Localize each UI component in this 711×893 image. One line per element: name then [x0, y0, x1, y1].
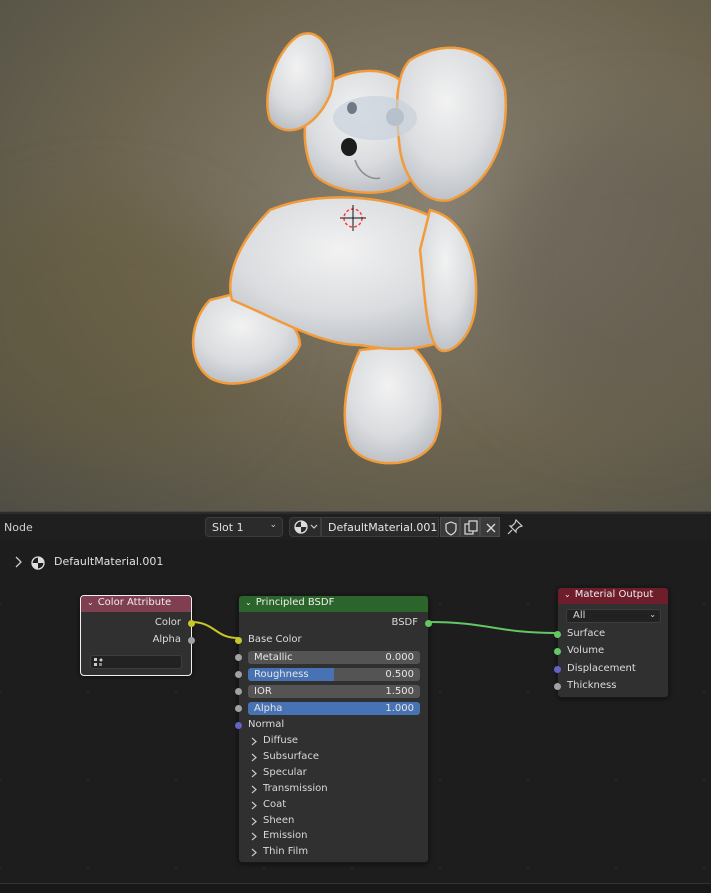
node-editor-header: Node Slot 1 ⌄ DefaultMaterial.001	[0, 514, 711, 540]
base-color-socket[interactable]	[235, 637, 242, 644]
nose	[341, 138, 357, 156]
alpha-socket[interactable]	[235, 705, 242, 712]
displacement-label: Displacement	[567, 663, 636, 674]
slot-dropdown[interactable]: Slot 1 ⌄	[205, 517, 283, 537]
slot-value: Slot 1	[212, 521, 244, 534]
ior-field[interactable]: IOR 1.500	[248, 685, 420, 698]
panel-label: Subsurface	[263, 750, 319, 762]
volume-label: Volume	[567, 645, 605, 656]
chevron-right-icon	[250, 847, 258, 861]
panel-diffuse[interactable]: Diffuse	[249, 735, 419, 749]
thickness-label: Thickness	[567, 680, 617, 691]
node-title: Principled BSDF	[255, 597, 335, 608]
output-color-label: Color	[154, 617, 181, 628]
field-label: Alpha	[254, 703, 283, 714]
ior-socket[interactable]	[235, 688, 242, 695]
alpha-output-socket[interactable]	[188, 637, 195, 644]
material-sphere-icon	[294, 520, 318, 534]
normal-label: Normal	[248, 719, 285, 730]
metallic-socket[interactable]	[235, 654, 242, 661]
chevron-right-icon	[250, 784, 258, 798]
collapse-arrow-icon[interactable]: ⌄	[564, 590, 571, 599]
field-value: 0.000	[385, 652, 414, 663]
panel-label: Coat	[263, 798, 287, 810]
roughness-field[interactable]: Roughness 0.500	[248, 668, 420, 681]
panel-label: Sheen	[263, 814, 295, 826]
chevron-right-icon	[250, 752, 258, 766]
chevron-right-icon	[250, 736, 258, 750]
close-icon	[486, 523, 496, 533]
field-label: IOR	[254, 686, 272, 697]
field-value: 1.500	[385, 686, 414, 697]
output-alpha-label: Alpha	[152, 634, 181, 645]
panel-emission[interactable]: Emission	[249, 830, 419, 844]
pin-button[interactable]	[506, 518, 524, 536]
displacement-socket[interactable]	[554, 666, 561, 673]
color-attribute-node[interactable]: ⌄ Color Attribute Color Alpha	[80, 595, 195, 676]
node-title: Color Attribute	[97, 597, 172, 608]
metallic-field[interactable]: Metallic 0.000	[248, 651, 420, 664]
material-output-node[interactable]: ⌄ Material Output All ⌄ Surface Volume Di…	[554, 587, 669, 698]
field-value: 1.000	[385, 703, 414, 714]
color-output-socket[interactable]	[188, 620, 195, 627]
chevron-right-icon	[250, 768, 258, 782]
color-link	[190, 621, 239, 639]
color-attribute-icon	[93, 657, 105, 671]
chevron-down-icon: ⌄	[269, 520, 277, 530]
status-bar	[0, 883, 711, 893]
alpha-field[interactable]: Alpha 1.000	[248, 702, 420, 715]
material-browse-button[interactable]	[289, 517, 321, 537]
panel-thin-film[interactable]: Thin Film	[249, 846, 419, 860]
target-dropdown[interactable]: All ⌄	[566, 609, 661, 623]
surface-socket[interactable]	[554, 631, 561, 638]
chevron-right-icon	[250, 800, 258, 814]
panel-subsurface[interactable]: Subsurface	[249, 751, 419, 765]
panel-label: Diffuse	[263, 735, 299, 746]
node-header[interactable]: ⌄ Color Attribute	[81, 596, 191, 612]
output-bsdf-label: BSDF	[391, 617, 418, 628]
panel-transmission[interactable]: Transmission	[249, 783, 419, 797]
attribute-field[interactable]	[90, 655, 182, 669]
material-name-field[interactable]: DefaultMaterial.001	[321, 517, 439, 537]
duplicate-material-button[interactable]	[460, 517, 480, 537]
fake-user-button[interactable]	[440, 517, 460, 537]
panel-label: Transmission	[263, 782, 328, 794]
base-color-label: Base Color	[248, 634, 302, 645]
3d-viewport[interactable]	[0, 0, 711, 511]
panel-specular[interactable]: Specular	[249, 767, 419, 781]
chevron-right-icon	[250, 831, 258, 845]
collapse-arrow-icon[interactable]: ⌄	[87, 598, 94, 607]
panel-label: Emission	[263, 830, 308, 842]
normal-socket[interactable]	[235, 722, 242, 729]
field-label: Metallic	[254, 652, 293, 663]
node-title: Material Output	[574, 589, 654, 600]
field-value: 0.500	[385, 669, 414, 680]
node-header[interactable]: ⌄ Principled BSDF	[239, 596, 428, 612]
unlink-material-button[interactable]	[480, 517, 500, 537]
pin-icon	[507, 518, 524, 535]
chevron-right-icon	[250, 816, 258, 830]
panel-sheen[interactable]: Sheen	[249, 815, 419, 829]
surface-label: Surface	[567, 628, 606, 639]
teddy-bear-model[interactable]	[0, 0, 711, 511]
thickness-socket[interactable]	[554, 683, 561, 690]
panel-label: Thin Film	[263, 846, 309, 858]
volume-socket[interactable]	[554, 648, 561, 655]
node-header[interactable]: ⌄ Material Output	[558, 588, 668, 604]
bsdf-output-socket[interactable]	[425, 620, 432, 627]
editor-mode-label[interactable]: Node	[4, 521, 33, 534]
field-label: Roughness	[254, 669, 309, 680]
roughness-socket[interactable]	[235, 671, 242, 678]
panel-coat[interactable]: Coat	[249, 799, 419, 813]
panel-label: Specular	[263, 766, 307, 778]
collapse-arrow-icon[interactable]: ⌄	[245, 598, 252, 607]
chevron-down-icon: ⌄	[649, 610, 656, 619]
shield-icon	[445, 521, 457, 536]
duplicate-icon	[464, 520, 478, 535]
mask	[333, 96, 417, 140]
bsdf-link	[427, 621, 558, 634]
principled-bsdf-node[interactable]: ⌄ Principled BSDF BSDF Base Color Metalli…	[235, 595, 432, 863]
target-value: All	[573, 610, 586, 621]
node-editor-canvas[interactable]: DefaultMaterial.001 ⌄ Color Attribute Col…	[0, 540, 711, 883]
